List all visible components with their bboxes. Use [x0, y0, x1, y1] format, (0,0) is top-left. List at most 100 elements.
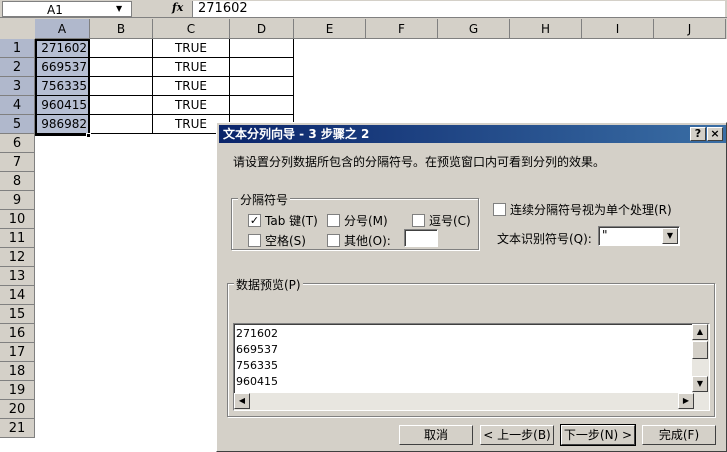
formula-value: 271602	[198, 1, 248, 16]
row-header-21[interactable]: 21	[0, 419, 35, 438]
cell-a5[interactable]: 986982	[35, 115, 90, 134]
comma-checkbox[interactable]: 逗号(C)	[412, 212, 471, 229]
row-header-11[interactable]: 11	[0, 229, 35, 248]
formula-bar: A1 ▼ fx 271602	[0, 0, 727, 18]
tab-checkbox[interactable]: ✓ Tab 键(T)	[248, 212, 318, 229]
preview-line: 271602	[236, 327, 278, 340]
cell-a1[interactable]: 271602	[35, 39, 90, 58]
cell-b1[interactable]	[90, 39, 153, 58]
checkbox-box	[327, 234, 340, 247]
cell-b2[interactable]	[90, 58, 153, 77]
row-header-13[interactable]: 13	[0, 267, 35, 286]
checkbox-box	[493, 203, 506, 216]
tab-checkbox-label: Tab 键(T)	[265, 214, 318, 228]
preview-line: 960415	[236, 375, 278, 388]
row-header-19[interactable]: 19	[0, 381, 35, 400]
cell-d1[interactable]	[230, 39, 294, 58]
row-header-2[interactable]: 2	[0, 58, 35, 77]
cell-c1[interactable]: TRUE	[153, 39, 230, 58]
help-button[interactable]: ?	[690, 127, 706, 141]
scroll-down-icon[interactable]: ▼	[692, 376, 708, 392]
checkbox-box	[412, 214, 425, 227]
column-header-a[interactable]: A	[35, 19, 90, 39]
row-header-7[interactable]: 7	[0, 153, 35, 172]
cancel-button[interactable]: 取消	[399, 425, 473, 445]
row-header-5[interactable]: 5	[0, 115, 35, 134]
vertical-scrollbar[interactable]: ▲ ▼	[692, 324, 709, 394]
column-header-h[interactable]: H	[510, 19, 582, 39]
horizontal-scrollbar[interactable]: ◀ ▶	[234, 393, 709, 410]
column-header-f[interactable]: F	[366, 19, 438, 39]
data-preview[interactable]: 271602 669537 756335 960415 ▲ ▼ ◀ ▶	[233, 323, 710, 411]
text-qualifier-value: "	[602, 228, 608, 242]
consecutive-checkbox-label: 连续分隔符号视为单个处理(R)	[510, 203, 672, 217]
row-header-1[interactable]: 1	[0, 39, 35, 58]
next-button[interactable]: 下一步(N) >	[560, 424, 636, 446]
semicolon-checkbox[interactable]: 分号(M)	[327, 212, 388, 229]
cell-a3[interactable]: 756335	[35, 77, 90, 96]
delimiters-group: 分隔符号 ✓ Tab 键(T) 分号(M) 逗号(C) 空格(S) 其他(O):	[231, 191, 479, 250]
cell-d2[interactable]	[230, 58, 294, 77]
scroll-up-icon[interactable]: ▲	[692, 324, 708, 340]
close-button[interactable]: ×	[707, 127, 723, 141]
space-checkbox-label: 空格(S)	[265, 234, 306, 248]
dialog-title: 文本分列向导 - 3 步骤之 2	[223, 127, 370, 141]
scroll-thumb[interactable]	[692, 341, 708, 359]
row-header-16[interactable]: 16	[0, 324, 35, 343]
column-header-c[interactable]: C	[153, 19, 230, 39]
chevron-down-icon[interactable]: ▼	[662, 228, 678, 244]
cell-a4[interactable]: 960415	[35, 96, 90, 115]
column-header-b[interactable]: B	[90, 19, 153, 39]
column-header-g[interactable]: G	[438, 19, 510, 39]
fx-icon[interactable]: fx	[172, 1, 183, 14]
cell-b5[interactable]	[90, 115, 153, 134]
row-header-18[interactable]: 18	[0, 362, 35, 381]
cell-d3[interactable]	[230, 77, 294, 96]
cell-a2[interactable]: 669537	[35, 58, 90, 77]
formula-input[interactable]	[192, 1, 725, 17]
other-delimiter-input[interactable]	[404, 229, 438, 247]
cell-b3[interactable]	[90, 77, 153, 96]
name-box[interactable]: A1 ▼	[2, 1, 132, 17]
row-header-14[interactable]: 14	[0, 286, 35, 305]
cell-d4[interactable]	[230, 96, 294, 115]
cell-c3[interactable]: TRUE	[153, 77, 230, 96]
space-checkbox[interactable]: 空格(S)	[248, 232, 306, 249]
column-header-i[interactable]: I	[582, 19, 654, 39]
column-header-e[interactable]: E	[294, 19, 366, 39]
row-header-8[interactable]: 8	[0, 172, 35, 191]
semicolon-checkbox-label: 分号(M)	[344, 214, 388, 228]
back-button[interactable]: < 上一步(B)	[480, 425, 554, 445]
row-header-12[interactable]: 12	[0, 248, 35, 267]
row-header-20[interactable]: 20	[0, 400, 35, 419]
preview-line: 669537	[236, 343, 278, 356]
cell-c4[interactable]: TRUE	[153, 96, 230, 115]
row-header-9[interactable]: 9	[0, 191, 35, 210]
scroll-left-icon[interactable]: ◀	[234, 393, 250, 409]
text-to-columns-dialog: 文本分列向导 - 3 步骤之 2 ? × 请设置分列数据所包含的分隔符号。在预览…	[216, 122, 727, 452]
name-box-value: A1	[47, 3, 63, 17]
dialog-description: 请设置分列数据所包含的分隔符号。在预览窗口内可看到分列的效果。	[233, 155, 606, 169]
other-checkbox[interactable]: 其他(O):	[327, 232, 391, 249]
chevron-down-icon[interactable]: ▼	[116, 2, 122, 16]
checkbox-box	[327, 214, 340, 227]
row-header-15[interactable]: 15	[0, 305, 35, 324]
cell-b4[interactable]	[90, 96, 153, 115]
column-header-d[interactable]: D	[230, 19, 294, 39]
finish-button[interactable]: 完成(F)	[642, 425, 716, 445]
row-header-6[interactable]: 6	[0, 134, 35, 153]
comma-checkbox-label: 逗号(C)	[429, 214, 471, 228]
fill-handle[interactable]	[86, 133, 91, 138]
cell-c2[interactable]: TRUE	[153, 58, 230, 77]
column-header-j[interactable]: J	[654, 19, 726, 39]
row-header-4[interactable]: 4	[0, 96, 35, 115]
column-headers: ABCDEFGHIJ	[0, 19, 727, 39]
dialog-titlebar[interactable]: 文本分列向导 - 3 步骤之 2 ? ×	[219, 125, 726, 143]
consecutive-checkbox[interactable]: 连续分隔符号视为单个处理(R)	[493, 201, 672, 218]
scroll-right-icon[interactable]: ▶	[678, 393, 694, 409]
row-header-10[interactable]: 10	[0, 210, 35, 229]
checkbox-box	[248, 234, 261, 247]
row-header-17[interactable]: 17	[0, 343, 35, 362]
text-qualifier-select[interactable]: " ▼	[598, 226, 680, 246]
row-header-3[interactable]: 3	[0, 77, 35, 96]
